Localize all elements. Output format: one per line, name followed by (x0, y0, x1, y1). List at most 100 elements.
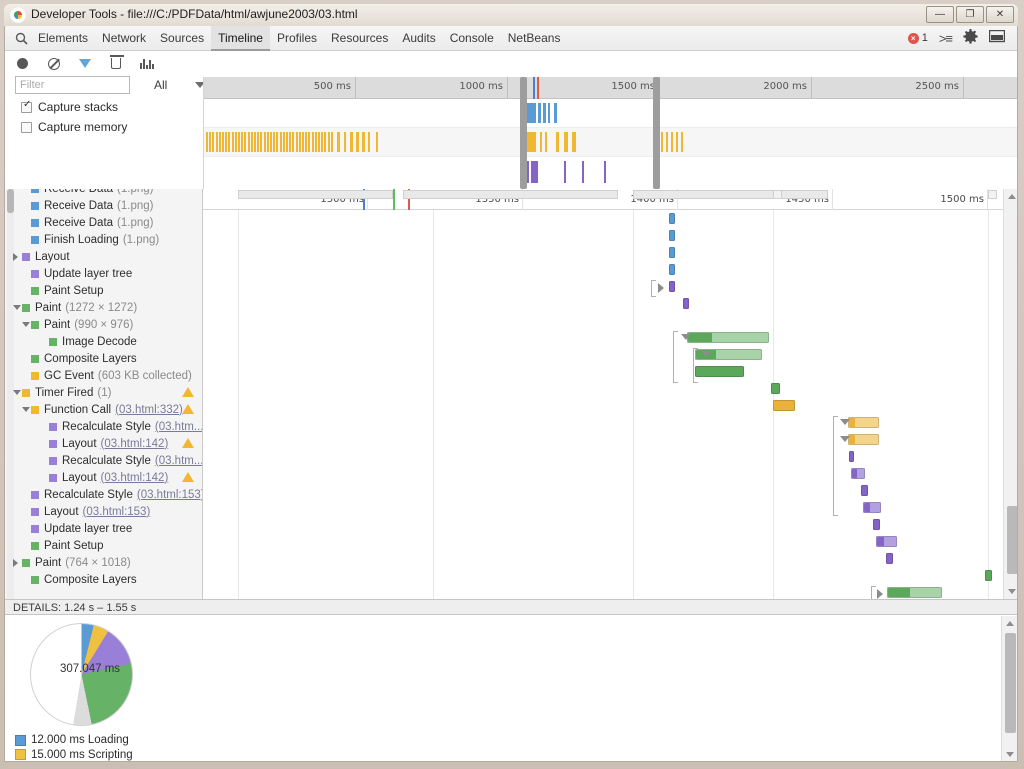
tree-row-source-link[interactable]: (03.html:142) (101, 472, 169, 484)
chevron-right-icon[interactable] (13, 559, 22, 567)
warning-icon[interactable] (182, 387, 194, 397)
warning-icon[interactable] (182, 472, 194, 482)
timeline-flame-chart[interactable]: 1300 ms1350 ms1400 ms1450 ms1500 ms1550 … (203, 189, 1018, 599)
tree-row[interactable]: Update layer tree (5, 520, 202, 537)
tree-row-source-link[interactable]: (03.htm... (155, 455, 203, 467)
close-button[interactable]: ✕ (986, 6, 1014, 23)
frames-chart-icon[interactable] (139, 56, 154, 71)
minimize-button[interactable]: — (926, 6, 954, 23)
tab-profiles[interactable]: Profiles (270, 26, 324, 51)
tree-row[interactable]: Image Decode (5, 333, 202, 350)
details-scroll-down-icon[interactable] (1006, 752, 1014, 757)
chevron-down-icon[interactable] (22, 407, 31, 412)
chevron-right-icon[interactable] (13, 253, 22, 261)
tab-netbeans[interactable]: NetBeans (501, 26, 568, 51)
tree-row-source-link[interactable]: (03.html:332) (115, 404, 183, 416)
chevron-down-icon[interactable] (13, 390, 22, 395)
flame-bar[interactable] (851, 468, 865, 479)
flame-bar[interactable] (887, 587, 942, 598)
scroll-down-icon[interactable] (1008, 589, 1016, 594)
flame-ruler[interactable]: 1300 ms1350 ms1400 ms1450 ms1500 ms1550 … (203, 189, 1018, 210)
flame-bar[interactable] (669, 247, 675, 258)
flame-bar[interactable] (873, 519, 880, 530)
tree-row[interactable]: Timer Fired(1) (5, 384, 202, 401)
tab-network[interactable]: Network (95, 26, 153, 51)
tree-row[interactable]: Layout (5, 248, 202, 265)
ruler-range-handle[interactable] (403, 190, 618, 199)
ruler-range-handle[interactable] (238, 190, 393, 199)
tree-row[interactable]: Recalculate Style(03.html:153) (5, 486, 202, 503)
tree-row[interactable]: Finish Loading(1.png) (5, 231, 202, 248)
ruler-range-handle[interactable] (633, 190, 828, 199)
flame-bar[interactable] (861, 485, 868, 496)
tree-row[interactable]: Paint(990 × 976) (5, 316, 202, 333)
tab-timeline[interactable]: Timeline (211, 26, 270, 51)
flame-bar[interactable] (876, 536, 897, 547)
tab-elements[interactable]: Elements (31, 26, 95, 51)
search-icon[interactable] (11, 32, 31, 45)
tree-row[interactable]: Paint(764 × 1018) (5, 554, 202, 571)
chevron-right-icon[interactable] (877, 589, 883, 599)
flame-bar[interactable] (848, 417, 879, 428)
flame-bar[interactable] (695, 366, 744, 377)
flame-bar[interactable] (985, 570, 992, 581)
warning-icon[interactable] (182, 438, 194, 448)
overview-selection-right-handle[interactable] (653, 77, 660, 189)
tree-row[interactable]: Receive Data(1.png) (5, 214, 202, 231)
chevron-down-icon[interactable] (22, 322, 31, 327)
overview-selection-left-handle[interactable] (520, 77, 527, 189)
tree-row[interactable]: Layout(03.html:153) (5, 503, 202, 520)
flame-bar[interactable] (669, 230, 675, 241)
tree-row[interactable]: GC Event(603 KB collected) (5, 367, 202, 384)
flame-vertical-scrollbar[interactable] (1003, 189, 1018, 599)
timeline-overview[interactable]: 500 ms1000 ms1500 ms2000 ms2500 ms3000 m… (203, 77, 1018, 189)
flame-bar[interactable] (669, 281, 675, 292)
tree-row[interactable]: Function Call(03.html:332) (5, 401, 202, 418)
flame-bar[interactable] (771, 383, 780, 394)
tree-row[interactable]: Paint(1272 × 1272) (5, 299, 202, 316)
flame-bar[interactable] (863, 502, 881, 513)
tree-row[interactable]: Layout(03.html:142) (5, 435, 202, 452)
tree-row-source-link[interactable]: (03.html:142) (101, 438, 169, 450)
tree-row-source-link[interactable]: (03.html:153) (83, 506, 151, 518)
warning-icon[interactable] (182, 404, 194, 414)
flame-scroll-thumb[interactable] (1007, 506, 1018, 574)
chevron-down-icon[interactable] (13, 305, 22, 310)
tree-row-source-link[interactable]: (03.htm... (155, 421, 203, 433)
flame-body[interactable] (203, 210, 1018, 599)
tree-row[interactable]: Layout(03.html:142) (5, 469, 202, 486)
tree-row[interactable]: Receive Data(1.png) (5, 197, 202, 214)
record-button[interactable] (15, 56, 30, 71)
tab-sources[interactable]: Sources (153, 26, 211, 51)
details-vertical-scrollbar[interactable] (1001, 616, 1017, 762)
details-scroll-thumb[interactable] (1005, 633, 1016, 733)
tree-row-source-link[interactable]: (03.html:153) (137, 489, 203, 501)
dock-icon[interactable] (989, 30, 1005, 46)
tab-resources[interactable]: Resources (324, 26, 395, 51)
chevron-down-icon[interactable] (840, 419, 850, 425)
chevron-down-icon[interactable] (840, 436, 850, 442)
maximize-button[interactable]: ❐ (956, 6, 984, 23)
chevron-right-icon[interactable] (658, 283, 664, 293)
gear-icon[interactable] (963, 29, 978, 47)
flame-bar[interactable] (848, 434, 879, 445)
scroll-up-icon[interactable] (1008, 194, 1016, 199)
checkbox-icon[interactable] (21, 102, 32, 113)
tree-row[interactable]: Composite Layers (5, 350, 202, 367)
filter-all-label[interactable]: All (154, 78, 167, 92)
flame-bar[interactable] (773, 400, 795, 411)
flame-bar[interactable] (849, 451, 854, 462)
tree-row[interactable]: Recalculate Style(03.htm... (5, 418, 202, 435)
tab-audits[interactable]: Audits (395, 26, 442, 51)
timeline-records-tree[interactable]: Receive Data(1.png)Receive Data(1.png) Re… (5, 189, 203, 599)
error-count-badge[interactable]: × 1 (908, 32, 928, 44)
details-scroll-up-icon[interactable] (1006, 621, 1014, 626)
flame-bar[interactable] (683, 298, 689, 309)
tree-row[interactable]: Paint Setup (5, 282, 202, 299)
flame-bar[interactable] (669, 213, 675, 224)
tab-console[interactable]: Console (443, 26, 501, 51)
chevron-down-icon[interactable] (681, 334, 691, 340)
garbage-collect-icon[interactable] (108, 56, 123, 71)
tree-row[interactable]: Recalculate Style(03.htm... (5, 452, 202, 469)
ruler-handle[interactable] (988, 190, 997, 199)
